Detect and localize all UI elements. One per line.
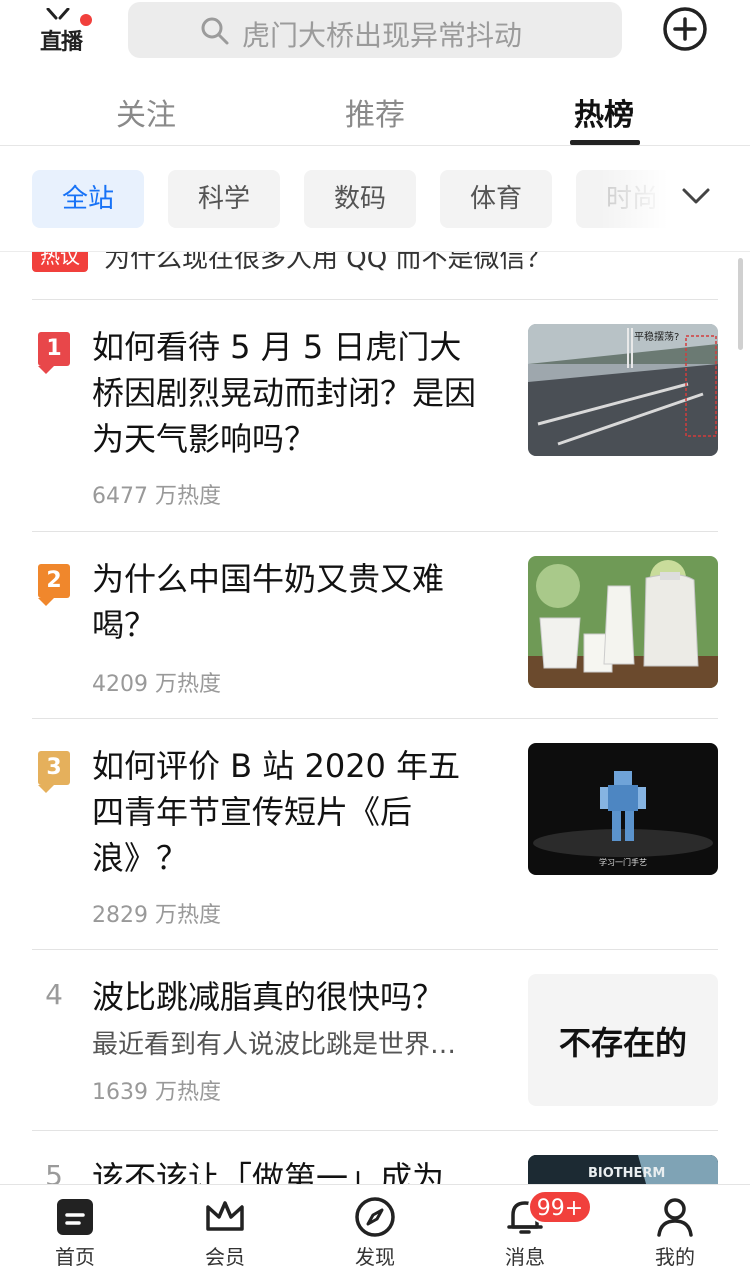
home-icon bbox=[57, 1199, 93, 1235]
notification-badge: 99+ bbox=[528, 1190, 592, 1224]
thumb-caption: 平稳摆荡? bbox=[634, 330, 679, 343]
thumb-text: BIOTHERM bbox=[588, 1166, 665, 1181]
nav-profile[interactable]: 我的 bbox=[625, 1195, 725, 1279]
thumbnail-robot: 学习一门手艺 bbox=[528, 743, 718, 875]
compass-icon bbox=[355, 1197, 395, 1237]
hot-discussion-badge: 热议 bbox=[32, 252, 88, 272]
search-icon bbox=[201, 17, 229, 45]
nav-home[interactable]: 首页 bbox=[25, 1195, 125, 1279]
bottom-nav: 首页 会员 发现 消息 我的 bbox=[0, 1184, 750, 1279]
chip-science[interactable]: 科学 bbox=[168, 170, 280, 228]
add-button[interactable] bbox=[662, 6, 708, 52]
search-bar[interactable]: 虎门大桥出现异常抖动 bbox=[128, 2, 622, 58]
crown-icon bbox=[206, 1201, 244, 1231]
top-bar: 直播 虎门大桥出现异常抖动 bbox=[0, 0, 750, 66]
item-title: 如何看待 5 月 5 日虎门大桥因剧烈晃动而封闭？是因为天气影响吗？ bbox=[92, 328, 477, 458]
live-button[interactable]: 直播 bbox=[36, 6, 96, 56]
item-excerpt: 最近看到有人说波比跳是世界… bbox=[92, 1030, 457, 1060]
tab-hot-list[interactable]: 热榜 bbox=[544, 90, 664, 134]
search-placeholder: 虎门大桥出现异常抖动 bbox=[242, 19, 523, 52]
live-label: 直播 bbox=[40, 30, 83, 55]
scrollbar[interactable] bbox=[738, 258, 743, 350]
rank-number: 4 bbox=[45, 978, 63, 1011]
heat-count: 2829 万热度 bbox=[92, 903, 221, 928]
heat-count: 6477 万热度 bbox=[92, 484, 221, 509]
nav-membership[interactable]: 会员 bbox=[175, 1195, 275, 1279]
item-title: 为什么中国牛奶又贵又难喝？ bbox=[92, 560, 445, 644]
person-icon bbox=[657, 1198, 693, 1237]
nav-label: 发现 bbox=[355, 1245, 395, 1269]
item-title: 如何评价 B 站 2020 年五四青年节宣传短片《后浪》？ bbox=[92, 747, 461, 877]
tv-antenna-icon bbox=[46, 8, 70, 20]
rank-badge: 1 bbox=[38, 332, 70, 374]
list-item[interactable]: 1 如何看待 5 月 5 日虎门大桥因剧烈晃动而封闭？是因为天气影响吗？ 647… bbox=[0, 300, 750, 530]
thumbnail-bridge: 平稳摆荡? bbox=[528, 324, 718, 456]
list-item[interactable]: 3 如何评价 B 站 2020 年五四青年节宣传短片《后浪》？ 2829 万热度… bbox=[0, 719, 750, 949]
nav-label: 首页 bbox=[55, 1245, 95, 1269]
thumb-caption: 学习一门手艺 bbox=[599, 857, 647, 867]
nav-discover[interactable]: 发现 bbox=[325, 1195, 425, 1279]
thumbnail-biotherm: BIOTHERM bbox=[528, 1155, 718, 1184]
hot-discussion-text: 为什么现在很多人用 QQ 而不是微信？ bbox=[104, 252, 552, 274]
chip-all[interactable]: 全站 bbox=[32, 170, 144, 228]
list-item[interactable]: 5 该不该让「做第一」成为 BIOTHERM bbox=[0, 1131, 750, 1184]
heat-count: 4209 万热度 bbox=[92, 672, 221, 697]
rank-number: 5 bbox=[45, 1159, 63, 1184]
heat-count: 1639 万热度 bbox=[92, 1080, 221, 1105]
active-tab-indicator bbox=[570, 140, 640, 145]
rank-badge: 2 bbox=[38, 564, 70, 606]
thumb-text: 不存在的 bbox=[558, 1024, 687, 1062]
category-chips: 全站 科学 数码 体育 时尚 bbox=[0, 148, 750, 252]
nav-label: 我的 bbox=[655, 1245, 695, 1269]
list-item[interactable]: 4 波比跳减脂真的很快吗？ 最近看到有人说波比跳是世界… 1639 万热度 不存… bbox=[0, 950, 750, 1130]
nav-label: 会员 bbox=[205, 1245, 245, 1269]
nav-label: 消息 bbox=[505, 1245, 545, 1269]
thumbnail-text: 不存在的 bbox=[528, 974, 718, 1106]
rank-badge: 3 bbox=[38, 751, 70, 793]
tab-follow[interactable]: 关注 bbox=[86, 90, 206, 134]
chips-fade-overlay bbox=[600, 148, 750, 251]
item-title: 该不该让「做第一」成为 bbox=[92, 1159, 445, 1184]
plus-circle-icon bbox=[663, 7, 707, 51]
tab-recommend[interactable]: 推荐 bbox=[315, 90, 435, 134]
thumbnail-milk bbox=[528, 556, 718, 688]
item-title: 波比跳减脂真的很快吗？ bbox=[92, 978, 445, 1016]
chip-digital[interactable]: 数码 bbox=[304, 170, 416, 228]
hot-list: 热议 为什么现在很多人用 QQ 而不是微信？ 1 如何看待 5 月 5 日虎门大… bbox=[0, 252, 750, 1184]
list-item[interactable]: 2 为什么中国牛奶又贵又难喝？ 4209 万热度 bbox=[0, 532, 750, 718]
chip-sports[interactable]: 体育 bbox=[440, 170, 552, 228]
main-tabs: 关注 推荐 热榜 bbox=[0, 66, 750, 146]
chevron-down-icon[interactable] bbox=[680, 184, 712, 208]
